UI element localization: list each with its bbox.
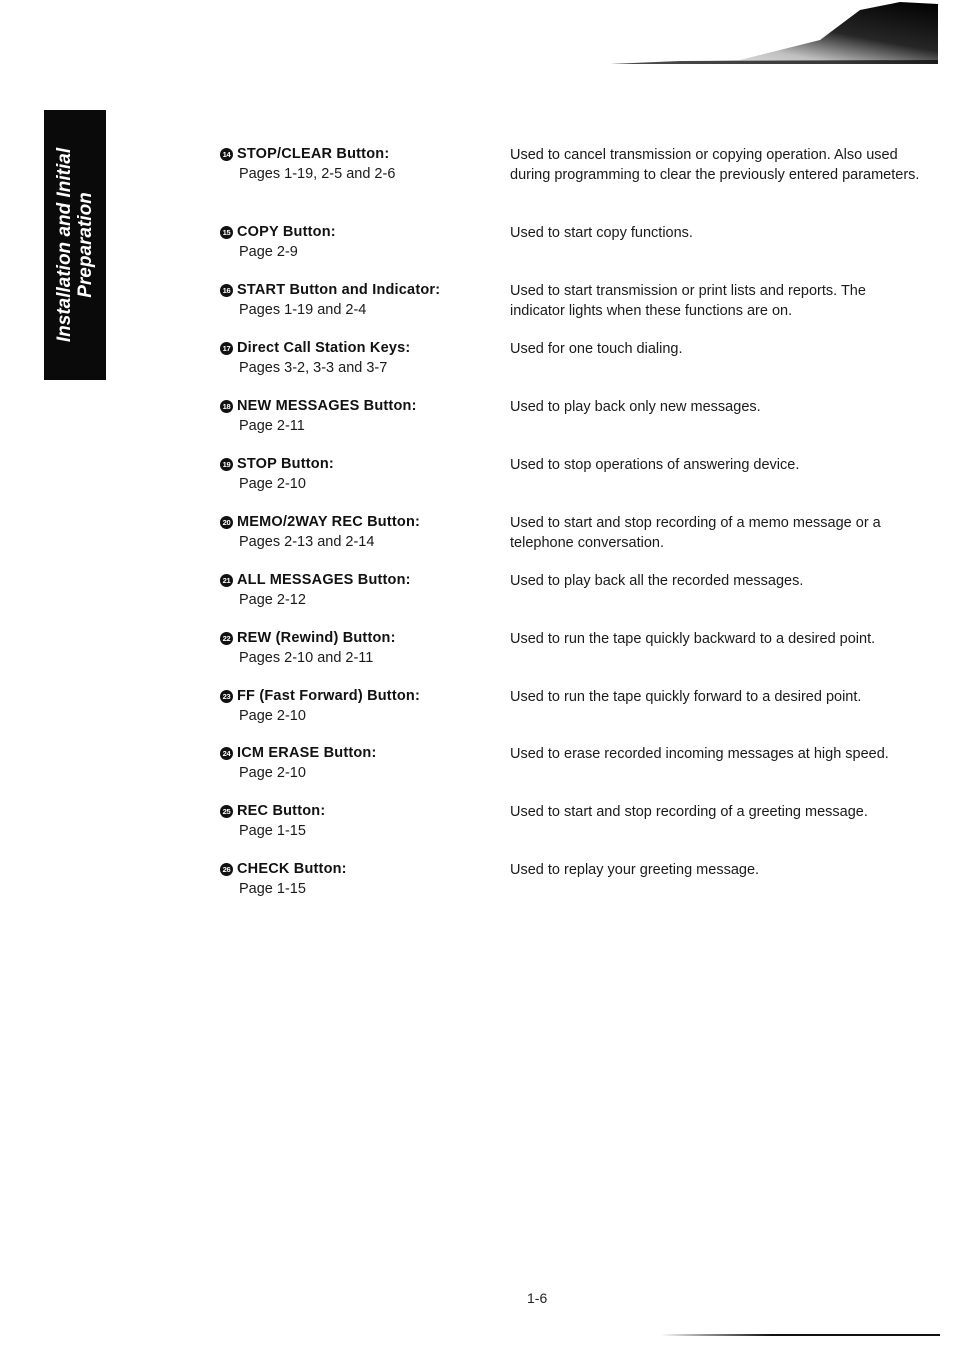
circled-number-icon: 16 [220,284,233,297]
circled-number-icon: 17 [220,342,233,355]
entry-heading: 19 STOP Button: Page 2-10 [220,455,500,494]
entry-heading: 20 MEMO/2WAY REC Button: Pages 2-13 and 2… [220,513,500,552]
entry-description: Used to run the tape quickly backward to… [510,631,876,647]
entry-page-reference: Pages 2-13 and 2-14 [239,534,375,550]
entry-page-reference: Page 2-10 [239,765,306,781]
entry-page-reference: Pages 1-19 and 2-4 [239,302,367,318]
entry-heading: 24 ICM ERASE Button: Page 2-10 [220,744,500,783]
header-decoration [610,2,938,64]
entry-description: Used to start transmission or print list… [510,283,866,319]
entry-description: Used to play back only new messages. [510,399,761,415]
entry-title: FF (Fast Forward) Button: [237,688,421,704]
entry-title: STOP Button: [237,456,334,472]
entry-heading: 17 Direct Call Station Keys: Pages 3-2, 3… [220,339,500,378]
entry-heading: 21 ALL MESSAGES Button: Page 2-12 [220,571,500,610]
circled-number-icon: 24 [220,747,233,760]
chapter-side-tab: Installation and Initial Preparation [44,110,106,380]
chapter-title-line-2: Preparation [75,192,96,298]
entry-description: Used to run the tape quickly forward to … [510,689,862,705]
entry-heading: 18 NEW MESSAGES Button: Page 2-11 [220,397,500,436]
circled-number-icon: 23 [220,690,233,703]
entry-page-reference: Pages 1-19, 2-5 and 2-6 [239,166,396,182]
entry-description: Used to start copy functions. [510,225,693,241]
entry-title: STOP/CLEAR Button: [237,146,390,162]
circled-number-icon: 20 [220,516,233,529]
entry-title: REC Button: [237,803,326,819]
entry-page-reference: Page 2-10 [239,476,306,492]
entry-heading: 26 CHECK Button: Page 1-15 [220,860,500,899]
entry-page-reference: Pages 3-2, 3-3 and 3-7 [239,360,388,376]
circled-number-icon: 21 [220,574,233,587]
footer-divider [660,1334,940,1336]
entry-description: Used for one touch dialing. [510,341,683,357]
entry-description: Used to erase recorded incoming messages… [510,746,889,762]
entry-title: ICM ERASE Button: [237,745,377,761]
entry-heading: 23 FF (Fast Forward) Button: Page 2-10 [220,687,500,726]
entry-title: NEW MESSAGES Button: [237,398,417,414]
entry-description: Used to play back all the recorded messa… [510,573,804,589]
entry-description: Used to stop operations of answering dev… [510,457,800,473]
entry-heading: 15 COPY Button: Page 2-9 [220,223,500,262]
entry-page-reference: Page 2-12 [239,592,306,608]
circled-number-icon: 25 [220,805,233,818]
chapter-title: Installation and Initial Preparation [54,115,96,375]
circled-number-icon: 26 [220,863,233,876]
entry-page-reference: Page 1-15 [239,881,306,897]
entry-page-reference: Page 2-10 [239,708,306,724]
entry-title: ALL MESSAGES Button: [237,572,411,588]
circled-number-icon: 22 [220,632,233,645]
entry-page-reference: Pages 2-10 and 2-11 [239,650,374,666]
entry-title: REW (Rewind) Button: [237,630,396,646]
entry-page-reference: Page 2-9 [239,244,298,260]
entry-heading: 25 REC Button: Page 1-15 [220,802,500,841]
entry-title: MEMO/2WAY REC Button: [237,514,421,530]
entry-title: START Button and Indicator: [237,282,441,298]
circled-number-icon: 18 [220,400,233,413]
circled-number-icon: 15 [220,226,233,239]
entry-heading: 22 REW (Rewind) Button: Pages 2-10 and 2-… [220,629,500,668]
entry-heading: 14 STOP/CLEAR Button: Pages 1-19, 2-5 and… [220,145,500,184]
chapter-title-line-1: Installation and Initial [54,147,75,343]
entry-description: Used to start and stop recording of a me… [510,515,881,551]
entry-description: Used to start and stop recording of a gr… [510,804,868,820]
entry-title: Direct Call Station Keys: [237,340,411,356]
entry-title: CHECK Button: [237,861,347,877]
circled-number-icon: 14 [220,148,233,161]
entry-page-reference: Page 1-15 [239,823,306,839]
entry-heading: 16 START Button and Indicator: Pages 1-19… [220,281,500,320]
entry-title: COPY Button: [237,224,336,240]
page-number: 1-6 [527,1290,548,1306]
entry-description: Used to replay your greeting message. [510,862,760,878]
entry-description: Used to cancel transmission or copying o… [510,147,920,183]
entry-page-reference: Page 2-11 [239,418,305,434]
circled-number-icon: 19 [220,458,233,471]
